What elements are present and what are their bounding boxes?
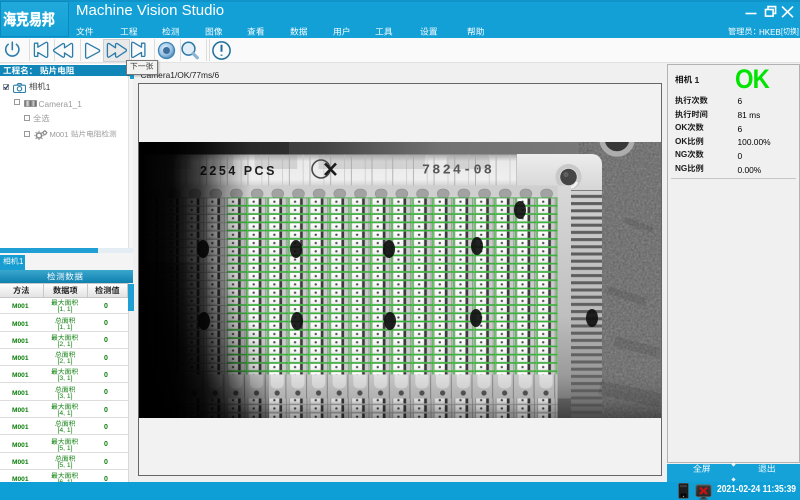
svg-text:：: ： <box>28 65 37 75</box>
svg-text:]: ] <box>797 27 799 37</box>
svg-text:[: [ <box>781 27 784 37</box>
svg-text:NG: NG <box>675 150 687 159</box>
svg-text:7824-08: 7824-08 <box>422 163 494 178</box>
svg-text:NG: NG <box>675 164 687 173</box>
svg-text:OK: OK <box>675 137 687 146</box>
svg-text:OK: OK <box>675 123 687 132</box>
